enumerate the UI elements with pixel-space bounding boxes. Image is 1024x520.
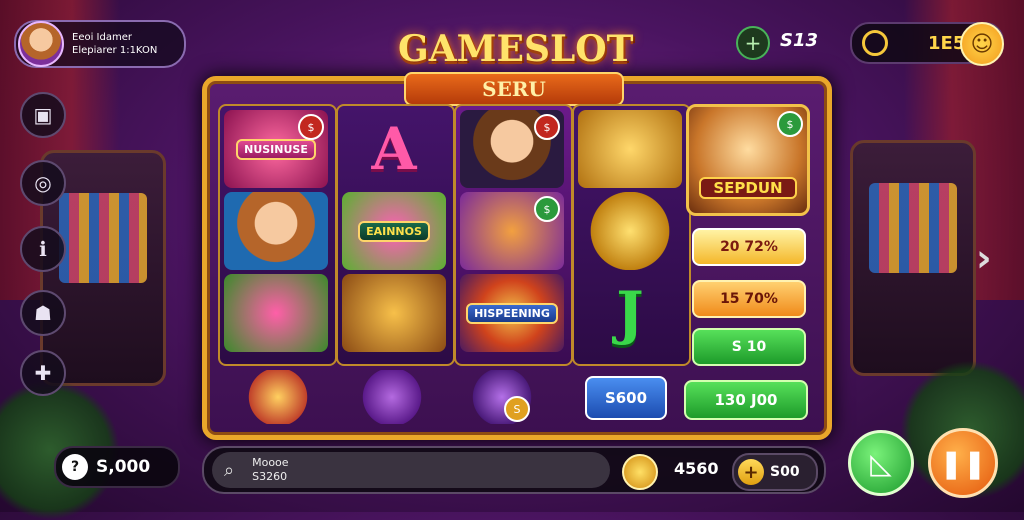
- profile-text: Eeoi Idamer Elepiarer 1:1KON: [72, 31, 157, 57]
- coin-icon: [862, 30, 888, 56]
- bet-value: 4560: [674, 459, 719, 478]
- player-profile[interactable]: Eeoi Idamer Elepiarer 1:1KON: [14, 20, 186, 68]
- reels: NUSINUSE $ A EAINNOS $ $ HISPEENING J: [216, 104, 691, 366]
- reel-cell-letter-j: J: [578, 274, 682, 352]
- reel-cell-heart: NUSINUSE $: [224, 110, 328, 188]
- reel-cell-ticket: [578, 110, 682, 188]
- reel-1: NUSINUSE $: [218, 104, 337, 366]
- bet-coin-icon: [622, 454, 658, 490]
- tv-icon[interactable]: ▣: [20, 92, 66, 138]
- grapes-symbol: [352, 370, 432, 424]
- lamp-symbol: [238, 370, 318, 424]
- emoji-icon[interactable]: ☺: [960, 22, 1004, 66]
- letter-j: J: [616, 279, 644, 347]
- increase-bet-control[interactable]: + S00: [732, 453, 818, 491]
- payout-2[interactable]: 15 70%: [692, 280, 806, 318]
- arcade-machine-right: [850, 140, 976, 376]
- feature-portrait[interactable]: $ SEPDUN: [686, 104, 810, 216]
- coin-balance[interactable]: 1E57 ☺: [850, 22, 1004, 66]
- payout-3[interactable]: S 10: [692, 328, 806, 366]
- help-icon: ?: [62, 454, 88, 480]
- payout-1[interactable]: 20 72%: [692, 228, 806, 266]
- reel-cell-letter-a: A: [342, 110, 446, 188]
- reel-cell-treasure-chest: [342, 274, 446, 352]
- search-field[interactable]: ⌕ Moooe S3260: [212, 452, 610, 488]
- reel-3: $ $ HISPEENING: [454, 104, 573, 366]
- avatar: [18, 21, 64, 67]
- add-button[interactable]: +: [736, 26, 770, 60]
- bottom-bar: ⌕ Moooe S3260 4560 + S00: [202, 446, 826, 494]
- search-line-2: S3260: [252, 470, 288, 483]
- top-counter: S13: [780, 30, 819, 51]
- spin-button[interactable]: ◺: [848, 430, 914, 496]
- feature-label: SEPDUN: [699, 177, 797, 199]
- search-icon: ⌕: [224, 459, 235, 481]
- increment-value: S00: [770, 464, 800, 480]
- symbol-label: HISPEENING: [466, 302, 558, 324]
- reel-cell-scroll: [578, 192, 682, 270]
- reel-cell-girl: [224, 192, 328, 270]
- badge-icon: $: [534, 114, 560, 140]
- reel-cell-man: $: [460, 110, 564, 188]
- puzzle-icon[interactable]: ✚: [20, 350, 66, 396]
- location-icon[interactable]: ◎: [20, 160, 66, 206]
- search-text: Moooe S3260: [252, 456, 288, 484]
- badge-icon: $: [298, 114, 324, 140]
- reel-cell-cat: $: [460, 192, 564, 270]
- profile-subtitle: Elepiarer 1:1KON: [72, 45, 158, 56]
- letter-a: A: [371, 115, 417, 183]
- profile-name: Eeoi Idamer: [72, 32, 132, 43]
- next-arrow-icon[interactable]: ›: [976, 236, 992, 280]
- info-icon[interactable]: ℹ: [20, 226, 66, 272]
- symbol-button[interactable]: S600: [585, 376, 667, 420]
- symbol-label: NUSINUSE: [236, 138, 316, 160]
- balance-value: S,000: [96, 457, 151, 477]
- coin-badge-icon: S: [504, 396, 530, 422]
- plus-icon[interactable]: +: [738, 459, 764, 485]
- win-value: 130 J00: [684, 380, 808, 420]
- pause-button[interactable]: ❚❚: [928, 428, 998, 498]
- reel-4: J: [572, 104, 691, 366]
- reel-cell-wheel: HISPEENING: [460, 274, 564, 352]
- shield-icon[interactable]: ☗: [20, 290, 66, 336]
- badge-icon: $: [534, 196, 560, 222]
- planet-symbol: S: [462, 370, 542, 424]
- reel-2: A EAINNOS: [336, 104, 455, 366]
- search-line-1: Moooe: [252, 456, 289, 469]
- reel-cell-fruit-bowl: [224, 274, 328, 352]
- game-logo-title: GAMESLOT: [398, 28, 634, 70]
- reel-cell-orb: EAINNOS: [342, 192, 446, 270]
- game-logo-subtitle: SERU Engnitungan: [404, 72, 624, 131]
- balance-pill[interactable]: ? S,000: [54, 446, 180, 488]
- symbol-label: EAINNOS: [358, 220, 430, 242]
- badge-icon: $: [777, 111, 803, 137]
